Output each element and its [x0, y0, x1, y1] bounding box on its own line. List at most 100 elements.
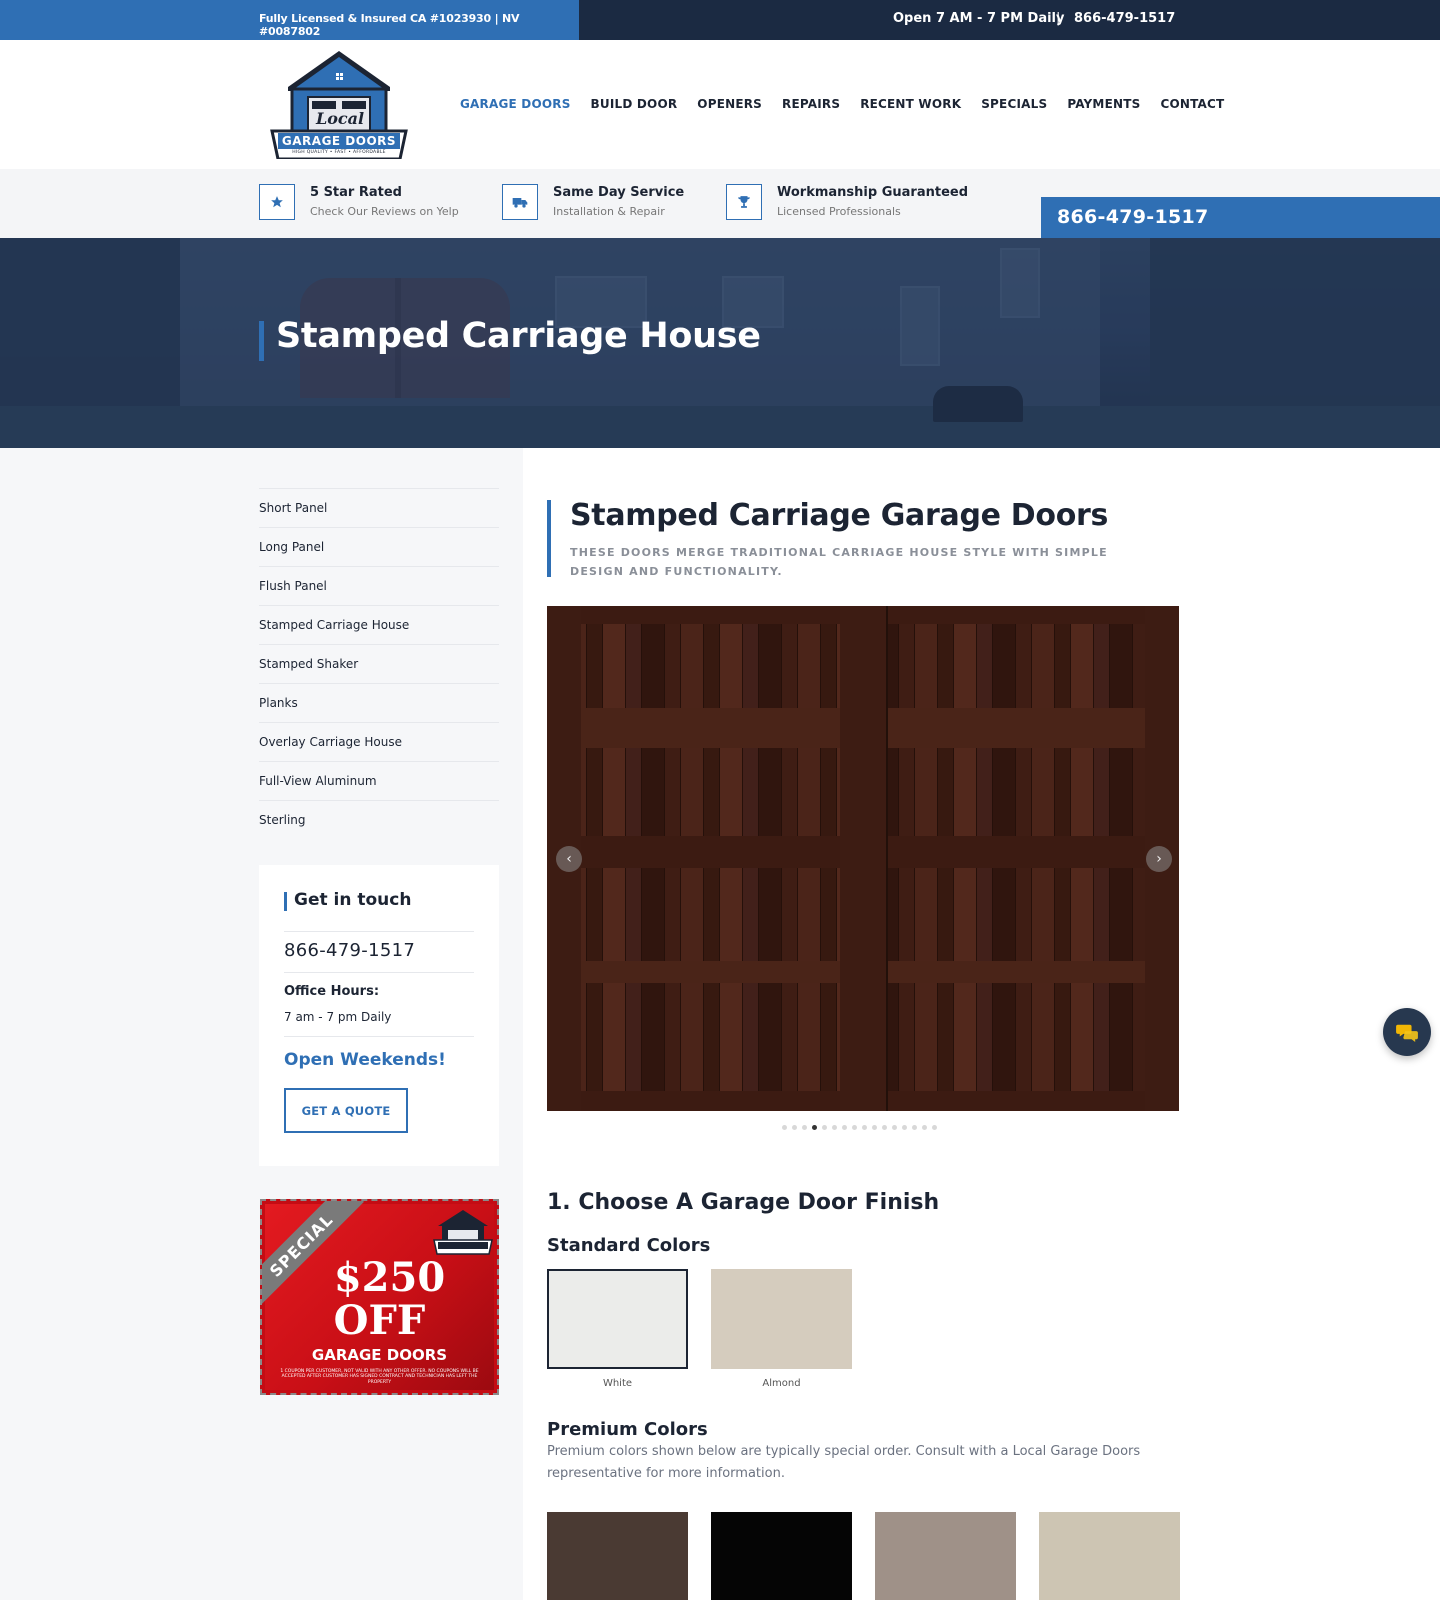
nav-openers[interactable]: OPENERS	[697, 97, 762, 111]
feature-title: Workmanship Guaranteed	[777, 185, 969, 200]
contact-card: Get in touch 866-479-1517 Office Hours: …	[259, 865, 499, 1166]
feature-subtitle: Installation & Repair	[553, 205, 665, 218]
office-hours-value: 7 am - 7 pm Daily	[284, 1010, 392, 1024]
slider-dot[interactable]	[862, 1125, 867, 1130]
premium-swatch[interactable]	[547, 1512, 688, 1600]
contact-accent-bar	[284, 892, 287, 911]
special-amount: $250	[333, 1254, 446, 1301]
license-strip: Fully Licensed & Insured CA #1023930 | N…	[0, 0, 579, 40]
topbar-separator: |	[1056, 11, 1061, 26]
sidebar-item-stamped-shaker[interactable]: Stamped Shaker	[259, 644, 499, 683]
business-hours: Open 7 AM - 7 PM Daily	[893, 11, 1065, 26]
slider-dot[interactable]	[832, 1125, 837, 1130]
sidebar-item-planks[interactable]: Planks	[259, 683, 499, 722]
divider	[284, 931, 474, 932]
feature-subtitle: Licensed Professionals	[777, 205, 901, 218]
color-swatch-white[interactable]	[547, 1269, 688, 1369]
section-title: Stamped Carriage Garage Doors	[570, 498, 1109, 533]
finish-heading: 1. Choose A Garage Door Finish	[547, 1190, 940, 1215]
sidebar-item-flush-panel[interactable]: Flush Panel	[259, 566, 499, 605]
sidebar-item-stamped-carriage-house[interactable]: Stamped Carriage House	[259, 605, 499, 644]
chat-bubble-icon	[1396, 1024, 1418, 1042]
topbar-phone-link[interactable]: 866-479-1517	[1074, 11, 1175, 26]
color-swatch-label: Almond	[762, 1378, 801, 1389]
sidebar-item-short-panel[interactable]: Short Panel	[259, 488, 499, 527]
sidebar-item-sterling[interactable]: Sterling	[259, 800, 499, 839]
slider-dot[interactable]	[912, 1125, 917, 1130]
slider-next-button[interactable]: ›	[1146, 846, 1172, 872]
logo-brand-top: Local	[315, 109, 365, 128]
nav-garage-doors[interactable]: GARAGE DOORS	[460, 97, 571, 111]
slider-dot[interactable]	[822, 1125, 827, 1130]
feature-title: 5 Star Rated	[310, 185, 402, 200]
features-band: 5 Star Rated Check Our Reviews on Yelp S…	[0, 169, 1440, 238]
slider-dot[interactable]	[922, 1125, 927, 1130]
slider-pagination	[782, 1125, 937, 1130]
premium-colors-heading: Premium Colors	[547, 1419, 708, 1440]
standard-colors-heading: Standard Colors	[547, 1235, 711, 1256]
door-image-slider[interactable]	[547, 606, 1179, 1111]
wood-door-image	[547, 606, 1179, 1111]
star-icon	[259, 184, 295, 220]
nav-repairs[interactable]: REPAIRS	[782, 97, 840, 111]
divider	[284, 972, 474, 973]
call-box-phone[interactable]: 866-479-1517	[1057, 206, 1209, 228]
special-product: GARAGE DOORS	[311, 1346, 448, 1364]
slider-dot[interactable]	[892, 1125, 897, 1130]
site-logo[interactable]: Local GARAGE DOORS HIGH QUALITY • FAST •…	[268, 49, 410, 161]
nav-payments[interactable]: PAYMENTS	[1067, 97, 1140, 111]
title-accent-bar	[547, 500, 551, 577]
premium-swatch[interactable]	[1039, 1512, 1180, 1600]
top-bar: Fully Licensed & Insured CA #1023930 | N…	[0, 0, 1440, 40]
nav-recent-work[interactable]: RECENT WORK	[860, 97, 961, 111]
feature-subtitle: Check Our Reviews on Yelp	[310, 205, 459, 218]
site-header: Local GARAGE DOORS HIGH QUALITY • FAST •…	[0, 40, 1440, 169]
main-nav: GARAGE DOORS BUILD DOOR OPENERS REPAIRS …	[460, 97, 1244, 111]
special-offer-banner[interactable]: SPECIAL $250 OFF GARAGE DOORS 1 COUPON P…	[260, 1199, 499, 1395]
premium-swatch[interactable]	[875, 1512, 1016, 1600]
truck-icon	[502, 184, 538, 220]
chat-widget-button[interactable]	[1383, 1008, 1431, 1056]
slider-dot[interactable]	[842, 1125, 847, 1130]
section-subtitle: These doors merge traditional carriage h…	[570, 546, 1108, 578]
slider-dot[interactable]	[782, 1125, 787, 1130]
hero-accent-bar	[259, 321, 264, 361]
sidebar-item-long-panel[interactable]: Long Panel	[259, 527, 499, 566]
slider-dot[interactable]	[932, 1125, 937, 1130]
trophy-icon	[726, 184, 762, 220]
slider-dot[interactable]	[852, 1125, 857, 1130]
nav-build-door[interactable]: BUILD DOOR	[591, 97, 678, 111]
divider	[284, 1036, 474, 1037]
sidebar-item-full-view-aluminum[interactable]: Full-View Aluminum	[259, 761, 499, 800]
slider-dot[interactable]	[802, 1125, 807, 1130]
contact-phone-link[interactable]: 866-479-1517	[284, 940, 415, 961]
open-weekends-text: Open Weekends!	[284, 1050, 446, 1070]
feature-title: Same Day Service	[553, 185, 685, 200]
sidebar-item-overlay-carriage-house[interactable]: Overlay Carriage House	[259, 722, 499, 761]
color-swatch-almond[interactable]	[711, 1269, 852, 1369]
chevron-right-icon: ›	[1156, 851, 1162, 867]
slider-dot[interactable]	[902, 1125, 907, 1130]
call-now-box[interactable]: 866-479-1517	[1041, 197, 1440, 238]
color-swatch-label: White	[602, 1378, 633, 1389]
premium-swatch[interactable]	[711, 1512, 852, 1600]
page-hero: Stamped Carriage House	[0, 238, 1440, 448]
slider-dot[interactable]	[882, 1125, 887, 1130]
get-quote-button[interactable]: GET A QUOTE	[284, 1088, 408, 1133]
mini-logo-icon	[432, 1208, 494, 1256]
sidebar-menu: Short Panel Long Panel Flush Panel Stamp…	[259, 488, 499, 839]
page-title: Stamped Carriage House	[276, 316, 761, 356]
slider-dot[interactable]	[792, 1125, 797, 1130]
premium-colors-description: Premium colors shown below are typically…	[547, 1444, 1141, 1481]
special-off-text: OFF	[333, 1297, 426, 1344]
nav-specials[interactable]: SPECIALS	[981, 97, 1047, 111]
chevron-left-icon: ‹	[566, 851, 572, 867]
contact-title: Get in touch	[294, 890, 412, 910]
slider-dot[interactable]	[812, 1125, 817, 1130]
slider-prev-button[interactable]: ‹	[556, 846, 582, 872]
special-fine-print: 1 COUPON PER CUSTOMER, NOT VALID WITH AN…	[280, 1369, 479, 1385]
nav-contact[interactable]: CONTACT	[1160, 97, 1224, 111]
slider-dot[interactable]	[872, 1125, 877, 1130]
office-hours-label: Office Hours:	[284, 984, 380, 999]
license-text: Fully Licensed & Insured CA #1023930 | N…	[259, 12, 520, 38]
